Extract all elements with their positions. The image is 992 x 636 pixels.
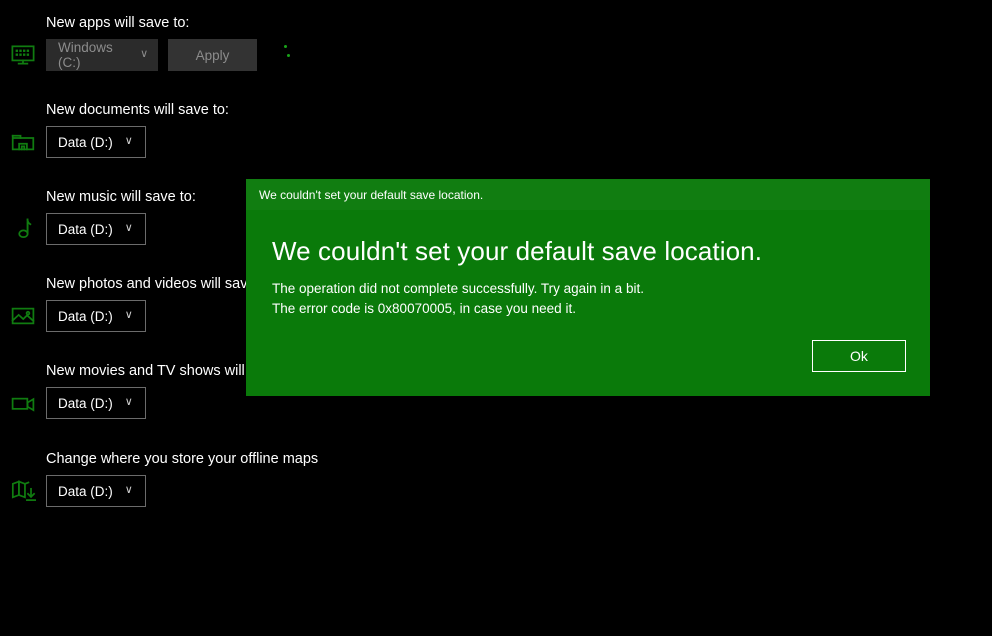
- dropdown-value: Windows (C:): [58, 40, 113, 70]
- dropdown-value: Data (D:): [58, 395, 113, 411]
- setting-row: Data (D:) ∨: [0, 472, 146, 510]
- dialog-titlebar: We couldn't set your default save locati…: [246, 179, 930, 210]
- save-location-dropdown: Windows (C:) ∨: [46, 39, 159, 71]
- save-location-dropdown[interactable]: Data (D:) ∨: [46, 475, 146, 507]
- dialog-body: We couldn't set your default save locati…: [246, 210, 930, 396]
- music-note-icon: [0, 210, 46, 248]
- dropdown-value: Data (D:): [58, 134, 113, 150]
- apps-monitor-icon: [0, 36, 46, 74]
- setting-row: Data (D:) ∨: [0, 123, 146, 161]
- photos-image-icon: [0, 297, 46, 335]
- save-location-dropdown[interactable]: Data (D:) ∨: [46, 300, 146, 332]
- dropdown-value: Data (D:): [58, 221, 113, 237]
- dropdown-value: Data (D:): [58, 483, 113, 499]
- chevron-down-icon: ∨: [124, 221, 133, 234]
- chevron-down-icon: ∨: [124, 134, 133, 147]
- setting-label: New photos and videos will save to:: [46, 276, 276, 292]
- dialog-heading: We couldn't set your default save locati…: [272, 236, 763, 266]
- setting-row: Windows (C:) ∨ Apply: [0, 36, 294, 74]
- error-dialog: We couldn't set your default save locati…: [246, 179, 930, 396]
- chevron-down-icon: ∨: [140, 47, 149, 60]
- save-location-dropdown[interactable]: Data (D:) ∨: [46, 126, 146, 158]
- offline-maps-download-icon: [0, 472, 46, 510]
- setting-label: Change where you store your offline maps: [46, 451, 319, 467]
- dialog-titlebar-text: We couldn't set your default save locati…: [259, 187, 484, 202]
- setting-row: Data (D:) ∨: [0, 297, 146, 335]
- movies-camera-icon: [0, 384, 46, 422]
- loading-spinner: [271, 42, 294, 68]
- setting-row: Data (D:) ∨: [0, 210, 146, 248]
- dialog-message-line-1: The operation did not complete successfu…: [272, 281, 644, 296]
- chevron-down-icon: ∨: [124, 308, 133, 321]
- dropdown-value: Data (D:): [58, 308, 113, 324]
- setting-label: New apps will save to:: [46, 15, 190, 31]
- chevron-down-icon: ∨: [124, 395, 133, 408]
- chevron-down-icon: ∨: [124, 483, 133, 496]
- dialog-message-line-2: The error code is 0x80070005, in case yo…: [272, 301, 576, 316]
- documents-folder-icon: [0, 123, 46, 161]
- dialog-button-bar: Ok: [812, 340, 906, 372]
- apply-button: Apply: [168, 39, 257, 71]
- setting-label: New music will save to:: [46, 189, 196, 205]
- setting-label: New documents will save to:: [46, 102, 229, 118]
- ok-button[interactable]: Ok: [812, 340, 906, 372]
- save-location-dropdown[interactable]: Data (D:) ∨: [46, 213, 146, 245]
- save-location-dropdown[interactable]: Data (D:) ∨: [46, 387, 146, 419]
- setting-row: Data (D:) ∨: [0, 384, 146, 422]
